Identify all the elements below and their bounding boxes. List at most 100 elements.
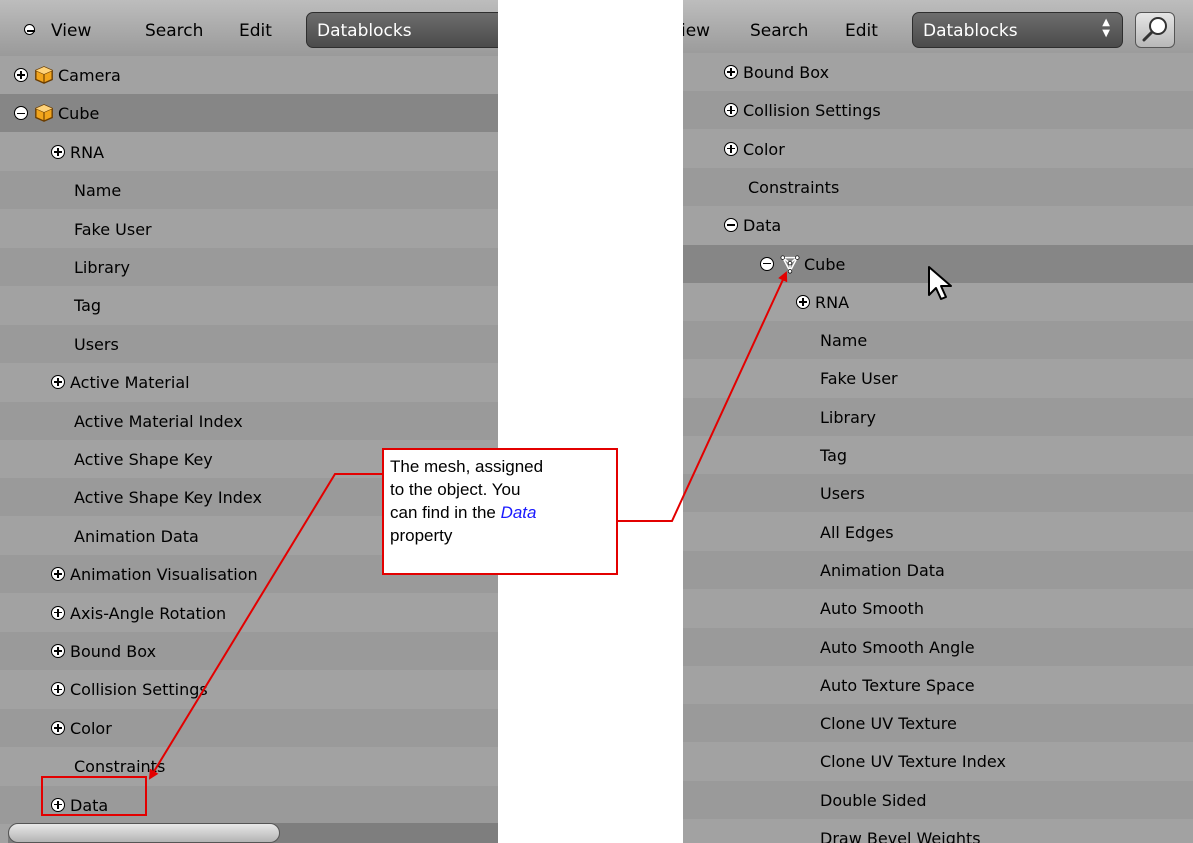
tree-row-label: Library [820, 407, 876, 427]
search-menu[interactable]: Search [750, 21, 808, 41]
tree-row[interactable]: Draw Bevel Weights [683, 819, 1193, 843]
tree-row[interactable]: Constraints [683, 167, 1193, 206]
callout-line-3: can find in the [390, 503, 501, 522]
tree-row[interactable]: Name [683, 321, 1193, 360]
tree-row[interactable]: Color [683, 129, 1193, 168]
tree-row-label: Axis-Angle Rotation [70, 603, 227, 623]
datablocks-dropdown[interactable]: Datablocks [306, 12, 498, 48]
tree-row-label: Users [820, 484, 865, 504]
updown-arrows-icon: ▲ ▼ [1102, 17, 1110, 39]
expand-icon[interactable] [51, 144, 65, 159]
tree-row-label: Animation Data [74, 526, 199, 546]
tree-row-label: Data [743, 216, 782, 236]
tree-row[interactable]: Users [0, 324, 498, 363]
expand-icon[interactable] [724, 103, 738, 118]
tree-row[interactable]: Color [0, 708, 498, 747]
tree-row[interactable]: All Edges [683, 512, 1193, 551]
tree-row[interactable]: Library [0, 248, 498, 286]
data-highlight-box [41, 776, 147, 816]
edit-menu[interactable]: Edit [239, 21, 272, 41]
tree-row[interactable]: Bound Box [0, 632, 498, 670]
right-outliner-panel: iew Search Edit Datablocks ▲ ▼ Bound Box C… [683, 0, 1193, 843]
tree-row[interactable]: Name [0, 171, 498, 210]
tree-row-label: Collision Settings [70, 680, 208, 700]
tree-row-label: Clone UV Texture Index [820, 752, 1006, 772]
tree-row-label: Bound Box [743, 63, 830, 82]
view-menu-clipped[interactable]: iew [683, 21, 710, 41]
tree-row-label: Users [74, 334, 119, 354]
tree-row[interactable]: Animation Data [683, 550, 1193, 589]
tree-row[interactable]: Users [683, 474, 1193, 513]
collapse-icon[interactable] [14, 106, 28, 121]
scrollbar-thumb[interactable] [8, 823, 280, 843]
tree-row-label: Library [74, 258, 130, 277]
tree-row[interactable]: RNA [0, 132, 498, 171]
tree-row[interactable]: Double Sided [683, 780, 1193, 819]
collapse-icon[interactable] [760, 256, 774, 271]
tree-row[interactable]: Active Material Index [0, 401, 498, 440]
tree-row[interactable]: Tag [683, 436, 1193, 474]
tree-row-label: Name [820, 331, 868, 351]
edit-menu[interactable]: Edit [845, 21, 878, 41]
tree-row-label: Double Sided [820, 790, 927, 810]
tree-row-label: Cube [804, 254, 846, 274]
tree-row-label: Constraints [748, 177, 840, 197]
expand-icon[interactable] [724, 65, 738, 79]
tree-row[interactable]: Auto Smooth Angle [683, 627, 1193, 666]
expand-icon[interactable] [51, 720, 65, 735]
tree-row[interactable]: Bound Box [683, 53, 1193, 91]
tree-row-label: Active Material Index [74, 411, 243, 431]
tree-row-label: RNA [815, 292, 850, 312]
tree-row-label: Tag [74, 296, 102, 316]
minus-circle-icon[interactable] [24, 24, 35, 35]
tree-row-label: Auto Texture Space [820, 675, 975, 695]
tree-row-label: Cube [58, 104, 100, 124]
tree-row-label: Constraints [74, 757, 166, 777]
tree-row-label: Clone UV Texture [820, 714, 957, 734]
expand-icon[interactable] [51, 605, 65, 620]
tree-row[interactable]: Collision Settings [0, 670, 498, 709]
right-header: iew Search Edit Datablocks ▲ ▼ [683, 0, 1193, 57]
tree-row[interactable]: Clone UV Texture [683, 704, 1193, 743]
tree-row[interactable]: Camera [0, 56, 498, 94]
search-button[interactable] [1135, 12, 1175, 48]
tree-row[interactable]: Collision Settings [683, 91, 1193, 130]
datablocks-label: Datablocks [923, 21, 1018, 41]
search-menu[interactable]: Search [145, 21, 203, 41]
tree-row-label: Auto Smooth [820, 599, 924, 619]
tree-row[interactable]: Axis-Angle Rotation [0, 593, 498, 632]
expand-icon[interactable] [14, 68, 28, 82]
tree-row[interactable]: Clone UV Texture Index [683, 742, 1193, 781]
expand-icon[interactable] [51, 375, 65, 390]
tree-row[interactable]: Cube [0, 94, 498, 133]
tree-row[interactable]: Fake User [0, 209, 498, 248]
object-icon [35, 66, 53, 84]
mesh-icon [780, 254, 800, 273]
tree-row[interactable]: Library [683, 397, 1193, 436]
tree-row-label: Active Shape Key [74, 450, 213, 469]
tree-row[interactable]: Auto Smooth [683, 589, 1193, 628]
expand-icon[interactable] [796, 294, 810, 309]
callout-line-2: to the object. You [390, 480, 521, 499]
expand-icon[interactable] [51, 567, 65, 582]
callout-highlight-word: Data [500, 503, 537, 522]
tree-row[interactable]: Tag [0, 286, 498, 325]
view-menu[interactable]: View [51, 21, 91, 41]
tree-row-label: Animation Visualisation [70, 565, 258, 585]
tree-row-label: Name [74, 181, 122, 201]
tree-row[interactable]: Fake User [683, 359, 1193, 398]
expand-icon[interactable] [51, 644, 65, 658]
tree-row-label: Color [70, 718, 112, 738]
tree-row[interactable]: Data [683, 206, 1193, 245]
callout-line-1: The mesh, assigned [390, 457, 544, 476]
datablocks-label: Datablocks [317, 21, 412, 41]
datablocks-dropdown[interactable]: Datablocks ▲ ▼ [912, 12, 1123, 48]
expand-icon[interactable] [51, 682, 65, 697]
tree-row[interactable]: Active Material [0, 363, 498, 402]
horizontal-scrollbar[interactable] [8, 823, 498, 843]
tree-row-label: Collision Settings [743, 101, 881, 121]
tree-row[interactable]: Auto Texture Space [683, 665, 1193, 704]
expand-icon[interactable] [724, 141, 738, 156]
collapse-icon[interactable] [724, 218, 738, 233]
left-outliner-panel: View Search Edit Datablocks Camera Cube RN… [0, 0, 498, 843]
